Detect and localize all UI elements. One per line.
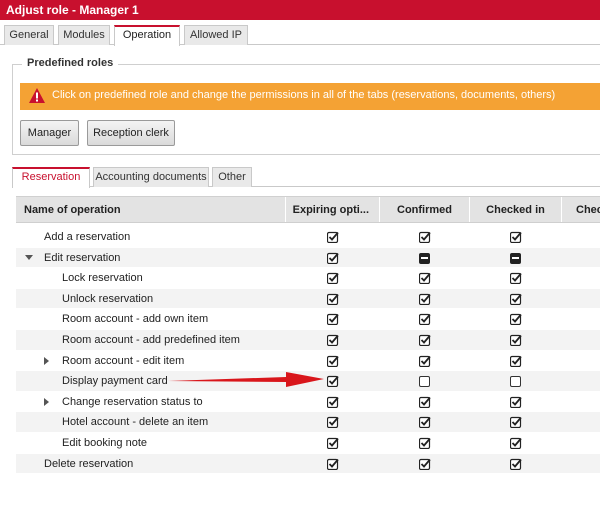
checkbox-checked[interactable] [327,334,339,346]
column-header-expiring[interactable]: Expiring opti... [286,197,380,222]
checkbox-checked[interactable] [419,396,431,408]
column-header-name[interactable]: Name of operation [16,197,286,222]
table-row[interactable]: Lock reservation [16,268,600,289]
operation-label: Hotel account - delete an item [62,416,209,429]
checkbox-checked[interactable] [327,375,339,388]
checkbox-checked[interactable] [327,458,339,470]
column-header-confirmed[interactable]: Confirmed [380,197,470,222]
checkbox-checked[interactable] [510,458,522,470]
expand-arrow-icon[interactable] [44,397,49,406]
warning-icon [29,88,45,103]
checkbox-checked[interactable] [327,416,339,429]
warning-text: Click on predefined role and change the … [52,89,556,101]
checkbox-checked[interactable] [510,272,522,285]
operation-label: Edit reservation [44,251,121,264]
checkbox-checked[interactable] [419,272,431,285]
checkbox-checked[interactable] [327,355,339,367]
table-row[interactable]: Unlock reservation [16,288,600,310]
operation-label: Room account - edit item [62,354,185,367]
checkbox-checked[interactable] [327,231,339,243]
operation-label: Change reservation status to [62,395,203,408]
operation-label: Delete reservation [44,457,134,470]
checkbox-checked[interactable] [510,416,522,429]
checkbox-checked[interactable] [510,396,522,408]
operation-sub-tab-bar: Reservation Accounting documents Other [12,167,600,188]
checkbox-checked[interactable] [419,437,431,449]
column-header-checked-in[interactable]: Checked in [470,197,562,222]
checkbox-checked[interactable] [510,313,522,326]
tab-allowed-ip[interactable]: Allowed IP [184,25,248,45]
expand-arrow-icon[interactable] [44,356,49,365]
table-row[interactable]: Room account - edit item [16,350,600,372]
operation-label: Add a reservation [44,231,131,243]
operations-grid: Add a reservation Edit reservation Lock re… [16,227,600,475]
predefined-roles-legend: Predefined roles [22,57,119,69]
tab-modules[interactable]: Modules [58,25,110,45]
top-tab-bar: General Modules Operation Allowed IP [0,20,600,46]
tab-other[interactable]: Other [212,167,252,187]
annotation-arrow [168,372,324,387]
table-row[interactable]: Edit booking note [16,432,600,454]
checkbox-checked[interactable] [419,355,431,367]
checkbox-checked[interactable] [510,293,522,305]
tab-reservation[interactable]: Reservation [12,167,90,188]
checkbox-checked[interactable] [327,272,339,285]
checkbox-checked[interactable] [419,231,431,243]
table-row[interactable]: Room account - add predefined item [16,329,600,351]
checkbox-checked[interactable] [510,334,522,346]
tab-accounting-documents[interactable]: Accounting documents [93,167,209,187]
table-row[interactable]: Delete reservation [16,453,600,475]
reception-clerk-role-button[interactable]: Reception clerk [87,120,175,146]
checkbox-checked[interactable] [419,334,431,346]
checkbox-checked[interactable] [327,437,339,449]
checkbox-checked[interactable] [327,252,339,264]
warning-banner: Click on predefined role and change the … [20,83,600,110]
checkbox-checked[interactable] [419,313,431,326]
operation-label: Room account - add own item [62,313,209,326]
checkbox-checked[interactable] [510,231,522,243]
checkbox-checked[interactable] [419,293,431,305]
checkbox-indeterminate[interactable] [419,252,430,264]
checkbox-checked[interactable] [327,293,339,305]
checkbox-checked[interactable] [419,416,431,429]
table-row[interactable]: Hotel account - delete an item [16,412,600,433]
checkbox-checked[interactable] [327,396,339,408]
checkbox-checked[interactable] [327,313,339,326]
operation-label: Room account - add predefined item [62,333,240,346]
operation-label: Display payment card [62,375,168,388]
column-header-checked-out[interactable]: Chec [562,197,600,222]
checkbox-checked[interactable] [510,355,522,367]
tab-operation[interactable]: Operation [114,25,180,46]
table-row[interactable]: Add a reservation [16,227,600,248]
checkbox-unchecked[interactable] [419,376,430,388]
checkbox-indeterminate[interactable] [510,252,521,264]
table-row[interactable]: Edit reservation [16,247,600,269]
operation-label: Unlock reservation [62,292,154,305]
manager-role-button[interactable]: Manager [20,120,79,146]
checkbox-unchecked[interactable] [510,376,521,388]
table-row[interactable]: Change reservation status to [16,391,600,413]
checkbox-checked[interactable] [419,458,431,470]
window-title: Adjust role - Manager 1 [0,0,600,20]
checkbox-checked[interactable] [510,437,522,449]
operation-label: Edit booking note [62,436,148,449]
table-row[interactable]: Room account - add own item [16,309,600,330]
grid-header: Name of operation Expiring opti... Confi… [16,196,600,223]
collapse-arrow-icon[interactable] [25,254,33,260]
tab-general[interactable]: General [4,25,54,45]
operation-label: Lock reservation [62,272,143,285]
